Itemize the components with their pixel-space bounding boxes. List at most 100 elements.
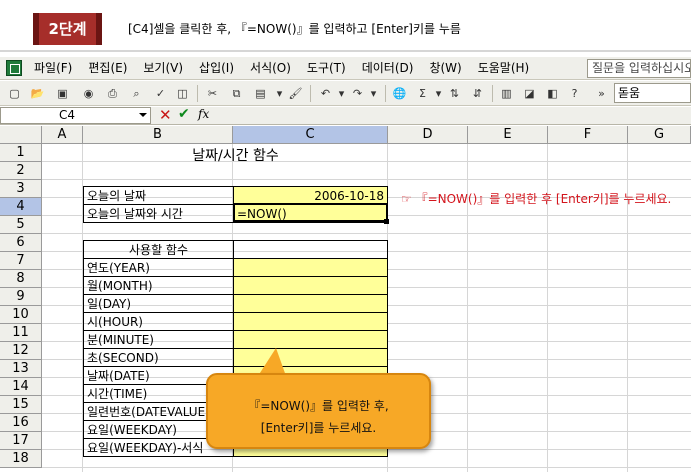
cell-b3[interactable]: 오늘의 날짜 (83, 186, 234, 205)
paste-icon[interactable]: ▤ (252, 85, 269, 102)
select-all-corner[interactable] (0, 126, 42, 144)
row-gridline (42, 233, 691, 234)
row-header-16[interactable]: 16 (0, 414, 42, 432)
menu-tools[interactable]: 도구(T) (299, 57, 354, 80)
row-header-15[interactable]: 15 (0, 396, 42, 414)
row-header-11[interactable]: 11 (0, 324, 42, 342)
cell-b4[interactable]: 오늘의 날짜와 시간 (83, 204, 234, 223)
name-box[interactable]: C4 (0, 107, 151, 124)
function-result-cell[interactable] (233, 258, 388, 277)
redo-icon[interactable]: ↷ (349, 85, 366, 102)
permission-icon[interactable]: ◉ (80, 85, 97, 102)
function-result-cell[interactable] (233, 330, 388, 349)
function-name-cell[interactable]: 시(HOUR) (83, 312, 234, 331)
spelling-icon[interactable]: ✓ (152, 85, 169, 102)
row-header-17[interactable]: 17 (0, 432, 42, 450)
row-gridline (42, 467, 691, 468)
function-result-cell[interactable] (233, 348, 388, 367)
fill-handle[interactable] (384, 219, 389, 224)
sheet-title-cell[interactable]: 날짜/시간 함수 (83, 147, 388, 165)
paste-dropdown-icon[interactable]: ▾ (271, 85, 288, 102)
step-banner: 2단계 [C4]셀을 클릭한 후, 『=NOW()』를 입력하고 [Enter]… (0, 0, 691, 52)
column-header-c[interactable]: C (233, 126, 388, 144)
research-icon[interactable]: ◫ (174, 85, 191, 102)
callout-line-1: 『=NOW()』를 입력한 후, (248, 399, 389, 413)
row-header-7[interactable]: 7 (0, 252, 42, 270)
font-name-select[interactable]: 돋움 (614, 83, 691, 103)
instruction-note: ☞ 『=NOW()』를 입력한 후 [Enter키]를 누르세요. (401, 192, 672, 206)
function-name-cell[interactable]: 월(MONTH) (83, 276, 234, 295)
name-box-dropdown-icon[interactable] (139, 113, 147, 117)
drawing-icon[interactable]: ◪ (521, 85, 538, 102)
column-header-f[interactable]: F (548, 126, 628, 144)
column-header-e[interactable]: E (468, 126, 548, 144)
menu-edit[interactable]: 편집(E) (80, 57, 135, 80)
column-header-a[interactable]: A (42, 126, 83, 144)
open-folder-icon[interactable]: 📂 (29, 85, 46, 102)
enter-check-icon[interactable]: ✔ (178, 106, 190, 122)
column-header-g[interactable]: G (628, 126, 691, 144)
chart-wizard-icon[interactable]: ▥ (498, 85, 515, 102)
save-icon[interactable]: ▣ (54, 85, 71, 102)
menu-data[interactable]: 데이터(D) (354, 57, 422, 80)
row-header-1[interactable]: 1 (0, 144, 42, 162)
autosum-icon[interactable]: Σ (414, 85, 431, 102)
print-icon[interactable]: ⎙ (104, 85, 121, 102)
cancel-x-icon[interactable]: ✕ (159, 106, 172, 124)
excel-app-icon[interactable] (6, 60, 22, 76)
function-name-cell[interactable]: 초(SECOND) (83, 348, 234, 367)
menu-help[interactable]: 도움말(H) (470, 57, 538, 80)
row-header-10[interactable]: 10 (0, 306, 42, 324)
menu-file[interactable]: 파일(F) (26, 57, 80, 80)
function-result-cell[interactable] (233, 294, 388, 313)
function-name-cell[interactable]: 연도(YEAR) (83, 258, 234, 277)
cut-icon[interactable]: ✂ (204, 85, 221, 102)
redo-dropdown-icon[interactable]: ▾ (365, 85, 382, 102)
print-preview-icon[interactable]: ⌕ (128, 85, 145, 102)
step-instruction: [C4]셀을 클릭한 후, 『=NOW()』를 입력하고 [Enter]키를 누… (128, 22, 461, 36)
cell-c3[interactable]: 2006-10-18 (233, 186, 388, 205)
function-name-cell[interactable]: 분(MINUTE) (83, 330, 234, 349)
help-icon[interactable]: ? (566, 85, 583, 102)
function-name-cell[interactable]: 일(DAY) (83, 294, 234, 313)
row-header-9[interactable]: 9 (0, 288, 42, 306)
format-painter-icon[interactable]: 🖌 (287, 85, 304, 102)
help-search-input[interactable]: 질문을 입력하십시오 (587, 59, 691, 78)
step-badge: 2단계 (33, 13, 102, 45)
row-header-13[interactable]: 13 (0, 360, 42, 378)
function-result-cell[interactable] (233, 312, 388, 331)
step-label: 2단계 (48, 20, 87, 38)
row-header-3[interactable]: 3 (0, 180, 42, 198)
menu-insert[interactable]: 삽입(I) (191, 57, 242, 80)
function-result-cell[interactable] (233, 276, 388, 295)
row-header-2[interactable]: 2 (0, 162, 42, 180)
column-header-d[interactable]: D (388, 126, 468, 144)
copy-icon[interactable]: ⧉ (228, 85, 245, 102)
sort-descending-icon[interactable]: ⇵ (469, 85, 486, 102)
row-header-14[interactable]: 14 (0, 378, 42, 396)
row-header-5[interactable]: 5 (0, 216, 42, 234)
menu-window[interactable]: 창(W) (421, 57, 469, 80)
hyperlink-icon[interactable]: 🌐 (391, 85, 408, 102)
row-header-4[interactable]: 4 (0, 198, 42, 216)
insert-function-icon[interactable]: fx (198, 107, 209, 121)
zoom-icon[interactable]: ◧ (544, 85, 561, 102)
menu-bar: 파일(F) 편집(E) 보기(V) 삽입(I) 서식(O) 도구(T) 데이터(… (0, 57, 691, 80)
row-header-12[interactable]: 12 (0, 342, 42, 360)
undo-dropdown-icon[interactable]: ▾ (333, 85, 350, 102)
worksheet-grid[interactable]: A B C D E F G 1 2 3 4 5 6 7 8 9 10 11 12 13 14 15 16 17 1… (0, 126, 691, 472)
toolbar-options-icon[interactable]: » (593, 85, 610, 102)
undo-icon[interactable]: ↶ (317, 85, 334, 102)
cell-c6[interactable] (233, 240, 388, 259)
cell-b6[interactable]: 사용할 함수 (83, 240, 234, 259)
sort-ascending-icon[interactable]: ⇅ (446, 85, 463, 102)
row-header-18[interactable]: 18 (0, 450, 42, 468)
menu-format[interactable]: 서식(O) (242, 57, 299, 80)
autosum-dropdown-icon[interactable]: ▾ (430, 85, 447, 102)
menu-view[interactable]: 보기(V) (135, 57, 191, 80)
row-header-8[interactable]: 8 (0, 270, 42, 288)
new-file-icon[interactable]: ▢ (6, 85, 23, 102)
row-header-6[interactable]: 6 (0, 234, 42, 252)
cell-c4-editing[interactable]: =NOW() (233, 204, 388, 223)
column-header-b[interactable]: B (83, 126, 233, 144)
